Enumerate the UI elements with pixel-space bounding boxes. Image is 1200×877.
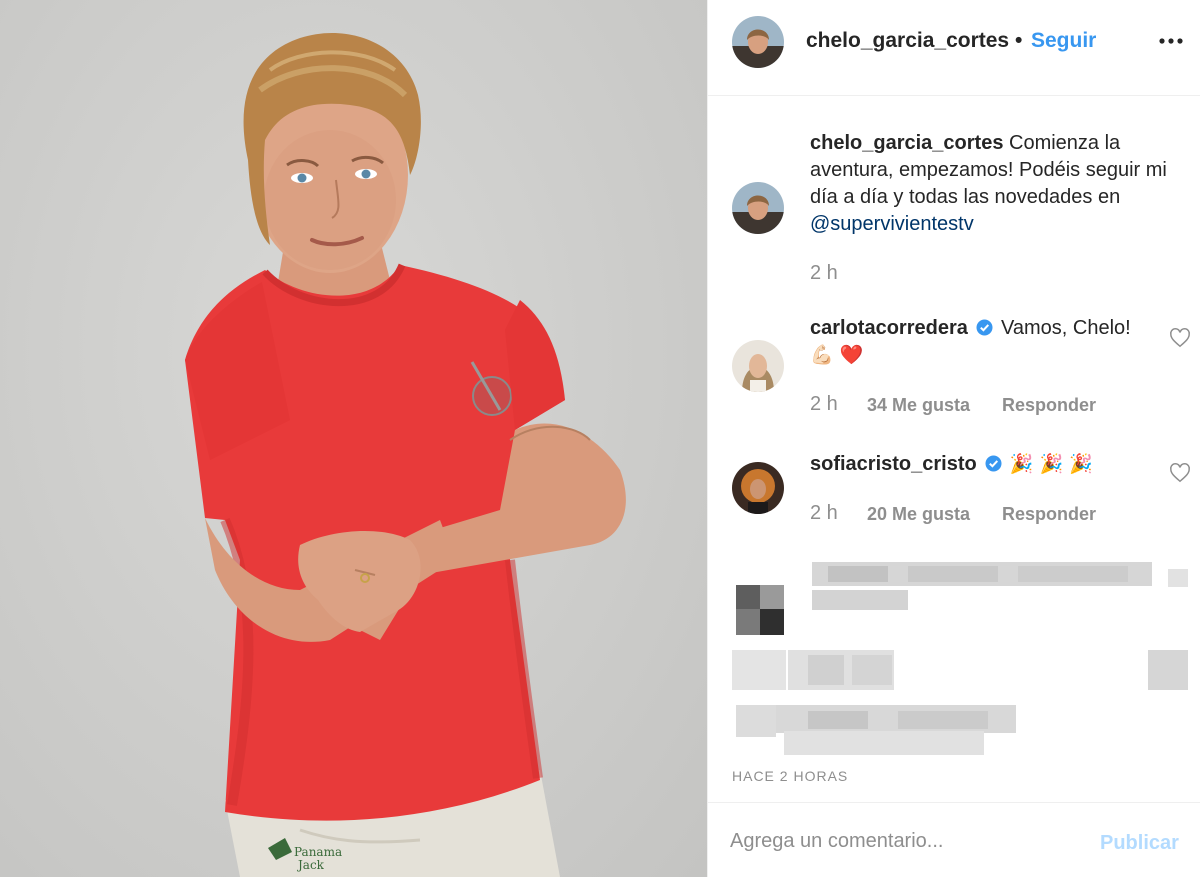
post-header: chelo_garcia_cortes • Seguir — [708, 0, 1200, 96]
comment-username[interactable]: carlotacorredera — [810, 317, 968, 339]
comment-emoji: 🎉 🎉 🎉 — [1009, 453, 1093, 475]
caption-mention-link[interactable]: @supervivientestv — [810, 213, 974, 235]
post-photo[interactable]: Panama Jack — [0, 0, 707, 877]
comment-input[interactable] — [730, 821, 1070, 861]
comment-likes[interactable]: 20 Me gusta — [867, 504, 970, 525]
person-portrait-image: Panama Jack — [185, 32, 626, 877]
more-options-icon[interactable] — [1158, 28, 1184, 54]
post-timestamp: HACE 2 HORAS — [732, 768, 849, 784]
verified-badge-icon — [985, 455, 1002, 472]
svg-text:Panama: Panama — [294, 845, 342, 859]
like-heart-icon[interactable] — [1169, 462, 1191, 484]
comment-time: 2 h — [810, 393, 838, 415]
author-username[interactable]: chelo_garcia_cortes — [806, 29, 1009, 53]
comment-item: carlotacorredera Vamos, Chelo! 💪🏻 ❤️ — [810, 315, 1150, 369]
follow-button[interactable]: Seguir — [1031, 29, 1096, 53]
comment-text: Vamos, Chelo! — [1001, 317, 1131, 339]
comment-item: sofiacristo_cristo 🎉 🎉 🎉 — [810, 451, 1150, 478]
post-sidebar: chelo_garcia_cortes • Seguir chelo_garci… — [707, 0, 1200, 877]
caption-username[interactable]: chelo_garcia_cortes — [810, 132, 1003, 154]
pixelated-comments — [708, 535, 1200, 757]
comment-bar: Publicar — [708, 802, 1200, 877]
comment-emoji: 💪🏻 ❤️ — [810, 344, 864, 366]
caption-author-avatar[interactable] — [732, 182, 784, 234]
comment-username[interactable]: sofiacristo_cristo — [810, 453, 977, 475]
comment-likes[interactable]: 34 Me gusta — [867, 395, 970, 416]
commenter-avatar[interactable] — [732, 340, 784, 392]
commenter-avatar[interactable] — [732, 462, 784, 514]
author-avatar[interactable] — [732, 16, 784, 68]
svg-text:Jack: Jack — [296, 858, 325, 872]
reply-button[interactable]: Responder — [1002, 395, 1096, 416]
publish-button[interactable]: Publicar — [1100, 832, 1179, 855]
header-separator: • — [1015, 29, 1023, 52]
caption-time: 2 h — [810, 262, 838, 284]
verified-badge-icon — [976, 319, 993, 336]
like-heart-icon[interactable] — [1169, 327, 1191, 349]
post-caption: chelo_garcia_cortes Comienza la aventura… — [810, 130, 1190, 238]
comment-time: 2 h — [810, 502, 838, 524]
reply-button[interactable]: Responder — [1002, 504, 1096, 525]
